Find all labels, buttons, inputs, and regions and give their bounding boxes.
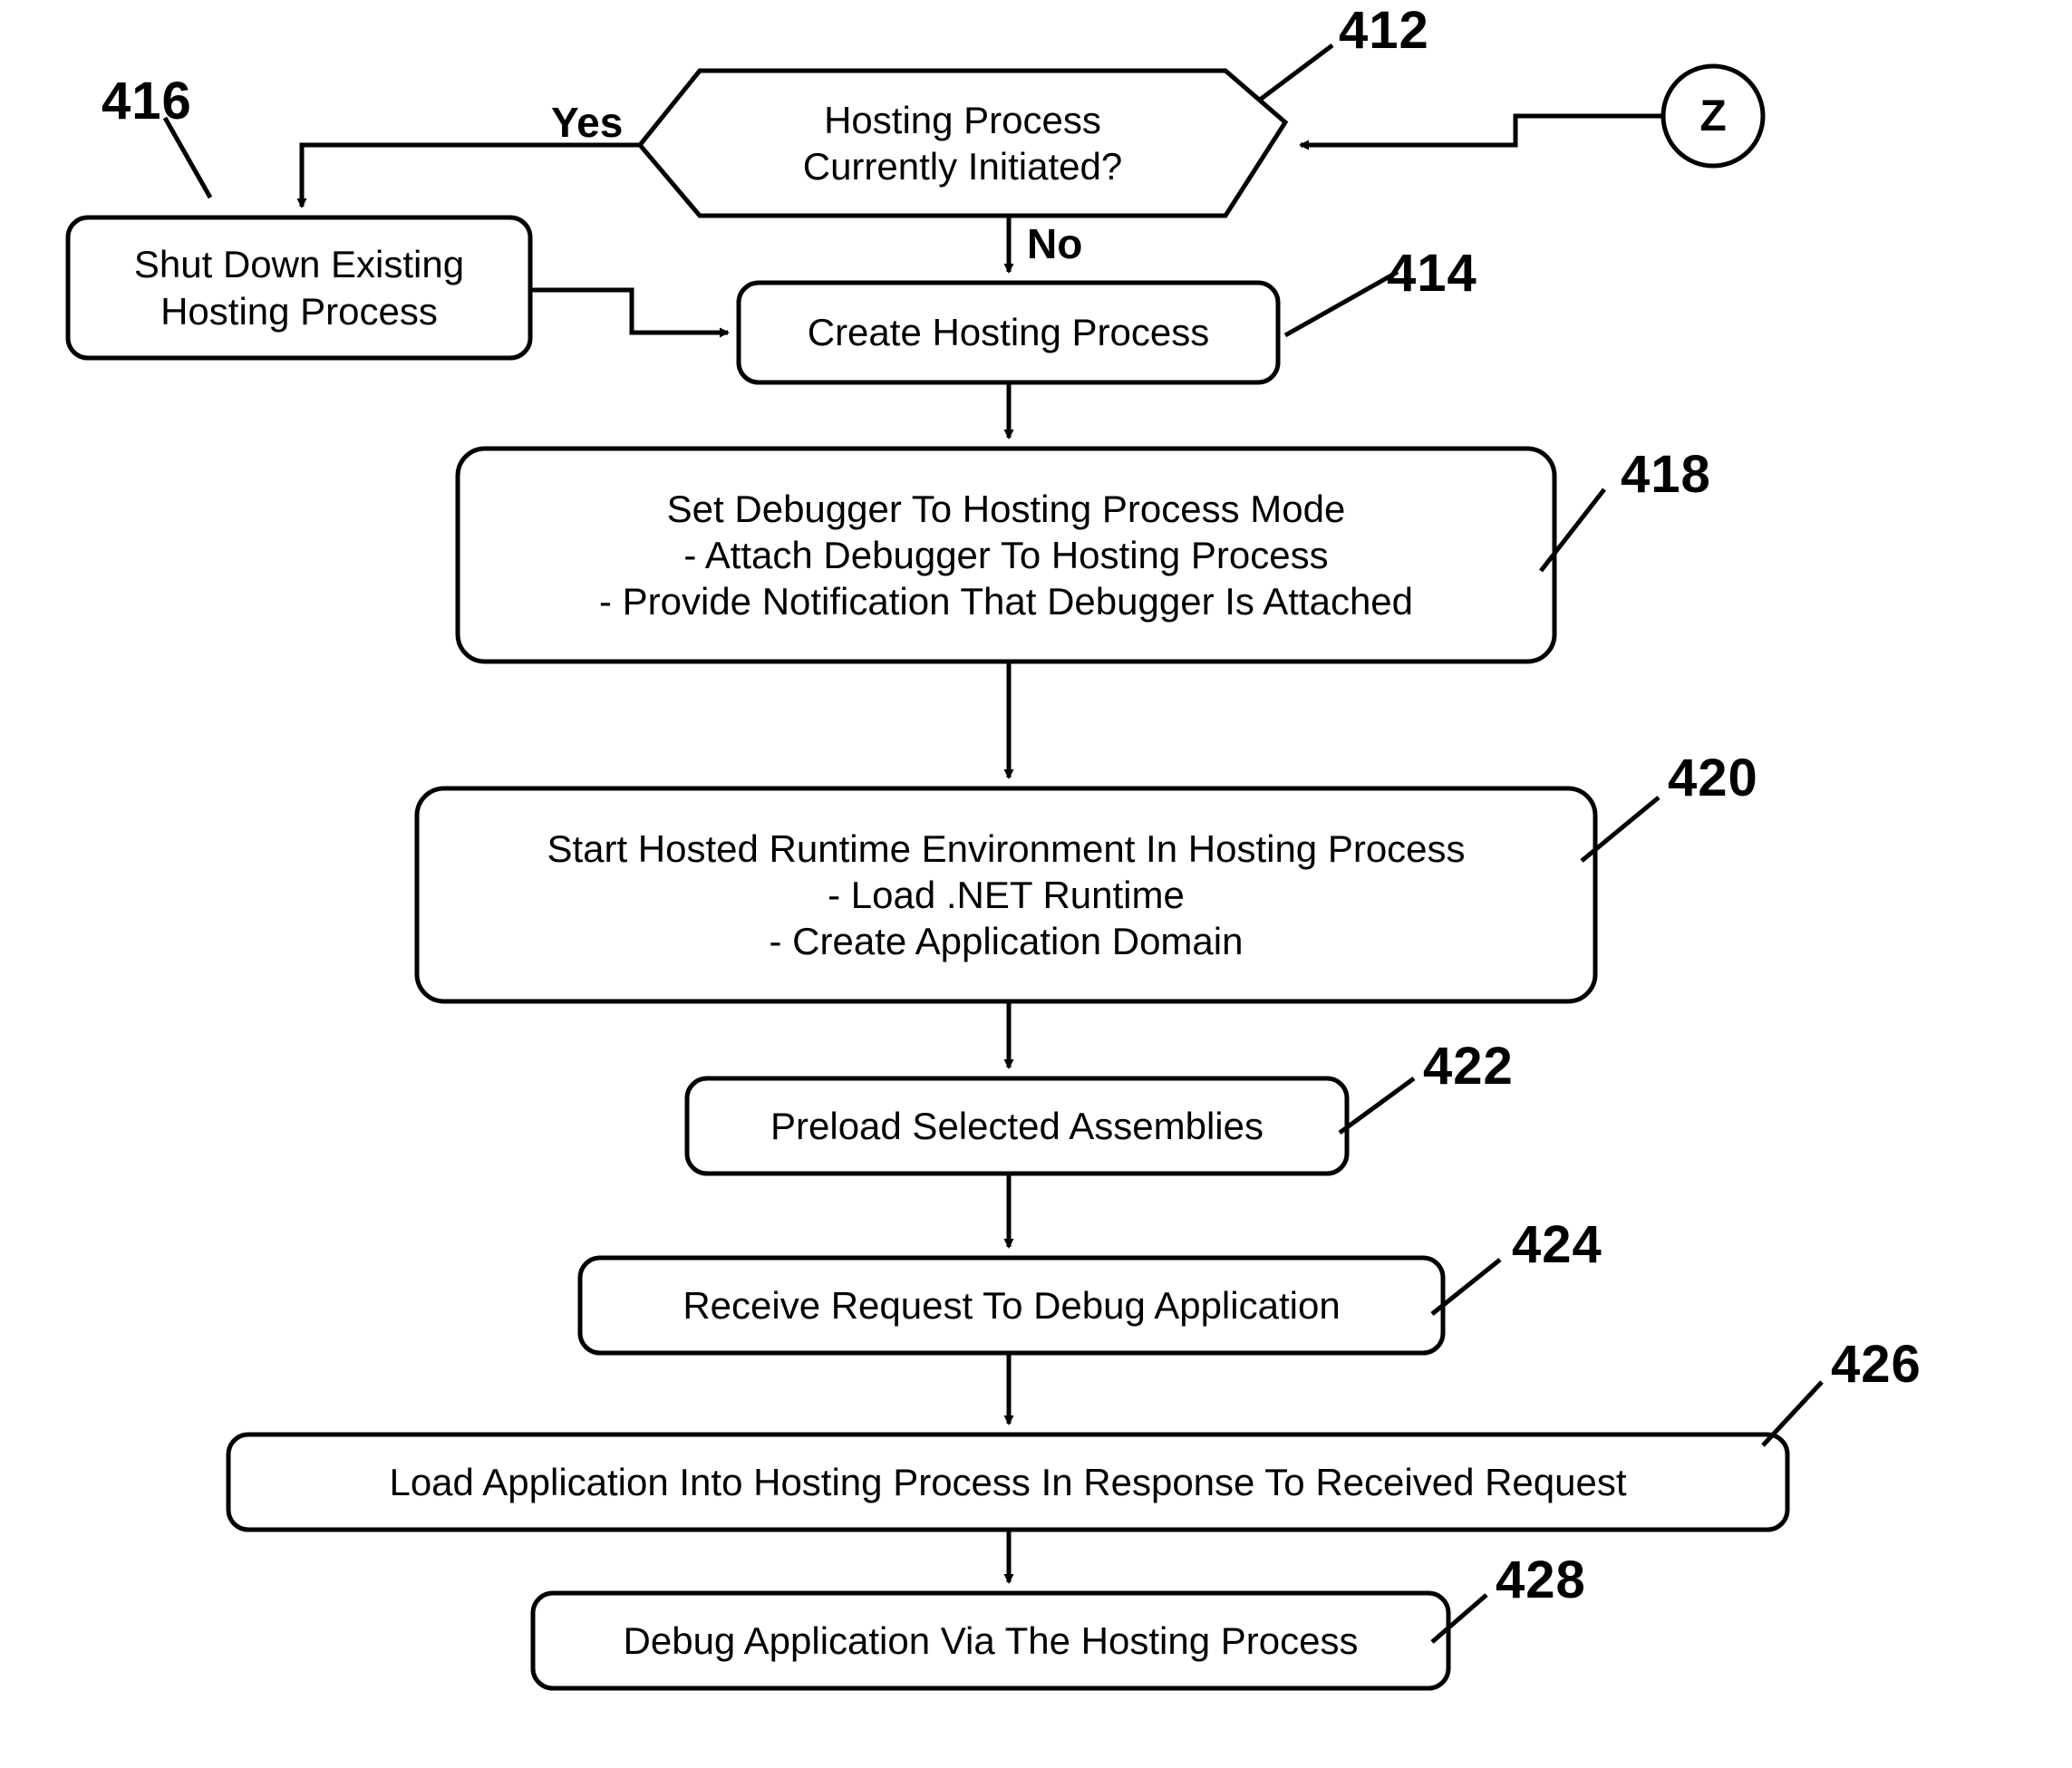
decision-412-line-2: Currently Initiated? (802, 145, 1123, 188)
decision-412-label: Hosting Process Currently Initiated? (640, 71, 1285, 216)
ref-416: 416 (102, 71, 192, 131)
connector-z-label: Z (1663, 66, 1763, 166)
setdebugger-418-label: Set Debugger To Hosting Process Mode - A… (458, 449, 1554, 662)
edge-shutdown-to-create (531, 287, 730, 338)
ref-424-text: 424 (1512, 1215, 1602, 1274)
ref-422-text: 422 (1423, 1037, 1514, 1096)
ref-418: 418 (1621, 444, 1711, 505)
startruntime-420-line-3: - Create Application Domain (769, 920, 1244, 963)
debug-428-line-1: Debug Application Via The Hosting Proces… (623, 1618, 1359, 1662)
shutdown-416-label: Shut Down Existing Hosting Process (68, 217, 530, 358)
edge-yes-to-shutdown (296, 142, 640, 208)
ref-426: 426 (1831, 1334, 1922, 1395)
ref-412: 412 (1339, 0, 1429, 61)
shutdown-416-line-1: Shut Down Existing (133, 243, 465, 286)
ref-414-text: 414 (1387, 244, 1477, 303)
create-414-label: Create Hosting Process (739, 283, 1278, 382)
setdebugger-418-line-3: - Provide Notification That Debugger Is … (598, 580, 1414, 623)
startruntime-420-label: Start Hosted Runtime Environment In Host… (417, 788, 1595, 1001)
ref-420: 420 (1668, 748, 1758, 808)
yes-label: Yes (551, 98, 623, 147)
debug-428-label: Debug Application Via The Hosting Proces… (533, 1593, 1448, 1688)
no-label: No (1027, 219, 1082, 268)
ref-426-text: 426 (1831, 1335, 1922, 1394)
figure-canvas: Hosting Process Currently Initiated? Shu… (0, 0, 2072, 1768)
ref-424: 424 (1512, 1214, 1602, 1275)
ref-414: 414 (1387, 243, 1477, 304)
create-414-line-1: Create Hosting Process (807, 311, 1210, 354)
ref-416-text: 416 (102, 72, 192, 130)
shutdown-416-line-2: Hosting Process (160, 289, 438, 333)
leader-422 (1338, 1076, 1416, 1135)
preload-422-label: Preload Selected Assemblies (687, 1078, 1347, 1174)
receive-424-line-1: Receive Request To Debug Application (683, 1283, 1341, 1327)
edge-z-to-decision (1299, 113, 1663, 150)
leader-414 (1283, 269, 1399, 338)
preload-422-line-1: Preload Selected Assemblies (770, 1104, 1264, 1147)
yes-label-text: Yes (551, 99, 624, 146)
ref-428-text: 428 (1496, 1551, 1586, 1609)
setdebugger-418-line-2: - Attach Debugger To Hosting Process (683, 533, 1329, 576)
ref-418-text: 418 (1621, 445, 1711, 504)
startruntime-420-line-1: Start Hosted Runtime Environment In Host… (547, 826, 1466, 870)
ref-420-text: 420 (1668, 749, 1758, 807)
load-426-line-1: Load Application Into Hosting Process In… (389, 1460, 1627, 1503)
connector-z-text: Z (1699, 92, 1727, 140)
decision-412-line-1: Hosting Process (824, 98, 1101, 141)
setdebugger-418-line-1: Set Debugger To Hosting Process Mode (666, 487, 1346, 530)
receive-424-label: Receive Request To Debug Application (580, 1258, 1443, 1353)
load-426-label: Load Application Into Hosting Process In… (228, 1435, 1787, 1530)
ref-428: 428 (1496, 1550, 1586, 1610)
no-label-text: No (1027, 220, 1083, 267)
startruntime-420-line-2: - Load .NET Runtime (828, 873, 1185, 916)
ref-422: 422 (1423, 1036, 1514, 1097)
ref-412-text: 412 (1339, 1, 1429, 60)
